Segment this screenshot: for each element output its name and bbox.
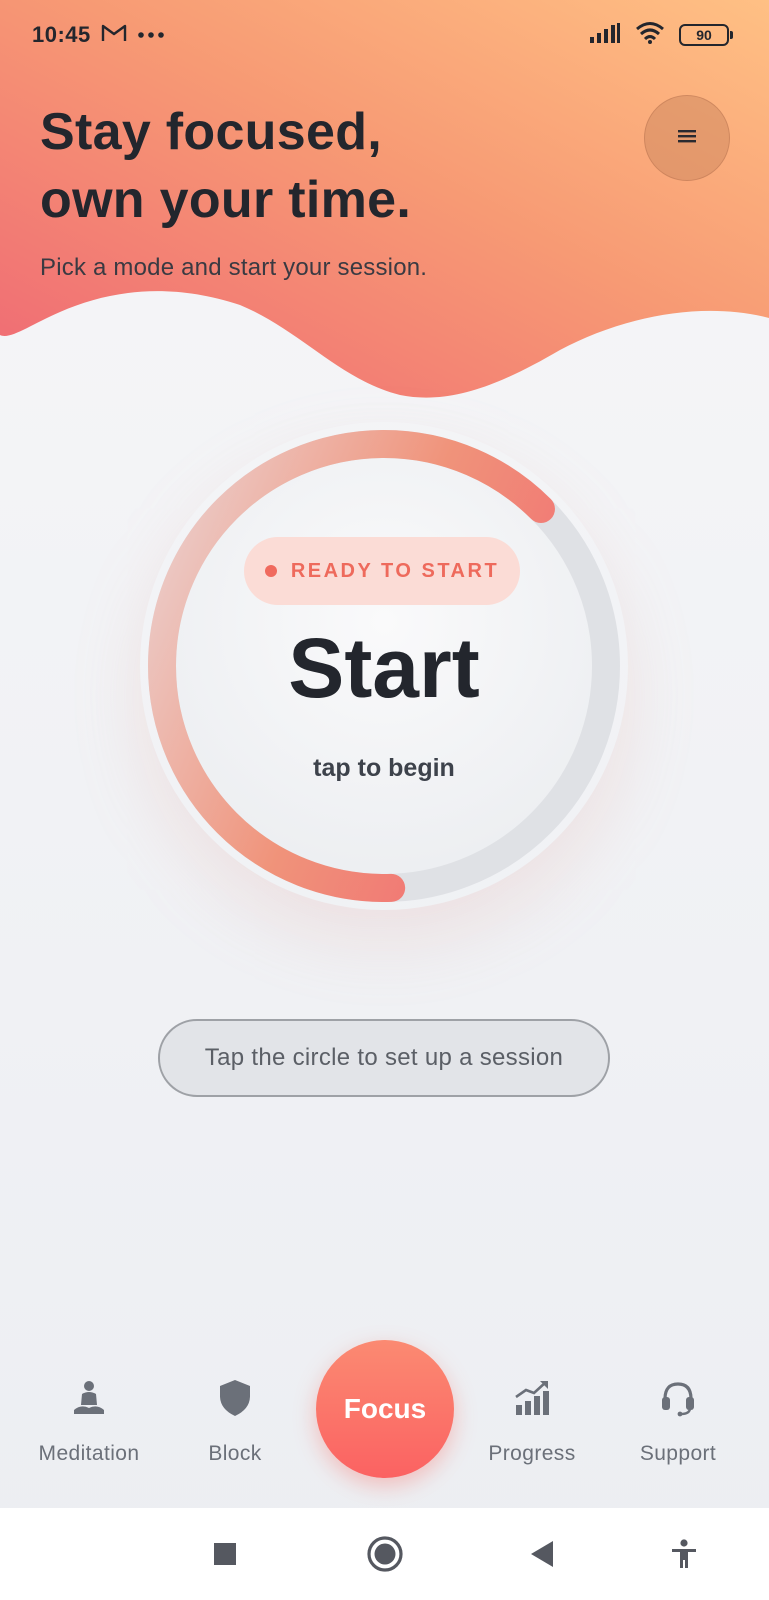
headset-icon [658, 1378, 698, 1418]
nav-item-meditation[interactable]: Meditation [14, 1378, 164, 1488]
nav-label-progress: Progress [488, 1442, 576, 1465]
wifi-icon [635, 21, 665, 50]
status-dot-icon [264, 565, 277, 577]
hero: Stay focused, own your time. Pick a mode… [40, 98, 427, 282]
nav-label-meditation: Meditation [38, 1442, 140, 1465]
accessibility-icon[interactable] [664, 1534, 704, 1574]
nav-item-block[interactable]: Block [160, 1378, 310, 1488]
start-session-circle[interactable]: READY TO START Start tap to begin [140, 422, 628, 910]
focus-button[interactable]: Focus [316, 1340, 454, 1478]
shield-icon [215, 1378, 255, 1418]
recents-icon[interactable] [205, 1534, 245, 1574]
signal-icon [589, 22, 621, 49]
menu-button[interactable] [644, 95, 730, 181]
start-sublabel: tap to begin [313, 754, 455, 782]
title-line-2: own your time. [40, 171, 412, 229]
menu-icon [677, 128, 697, 149]
bottom-nav: Meditation Block Focus Progress Support [0, 1340, 769, 1508]
start-label: Start [288, 621, 480, 715]
status-badge-label: READY TO START [290, 559, 500, 582]
page-subtitle: Pick a mode and start your session. [40, 254, 428, 281]
battery-icon: 90 [679, 24, 733, 46]
gmail-icon [101, 23, 127, 48]
more-dots-icon [137, 26, 165, 44]
status-badge: READY TO START [244, 537, 520, 605]
title-line-1: Stay focused, [40, 103, 383, 161]
home-icon[interactable] [365, 1534, 405, 1574]
battery-level: 90 [696, 27, 712, 43]
focus-label: Focus [343, 1393, 427, 1424]
back-icon[interactable] [522, 1534, 562, 1574]
bar-chart-icon [512, 1378, 552, 1418]
system-nav-bar [0, 1508, 769, 1600]
nav-label-support: Support [639, 1442, 717, 1465]
status-time: 10:45 [32, 22, 91, 47]
status-bar: 10:45 90 [0, 0, 769, 70]
setup-hint[interactable]: Tap the circle to set up a session [158, 1019, 610, 1097]
nav-label-block: Block [208, 1442, 262, 1465]
nav-item-progress[interactable]: Progress [457, 1378, 607, 1488]
nav-item-support[interactable]: Support [603, 1378, 753, 1488]
meditation-icon [69, 1378, 109, 1418]
page-title: Stay focused, own your time. [40, 98, 427, 234]
